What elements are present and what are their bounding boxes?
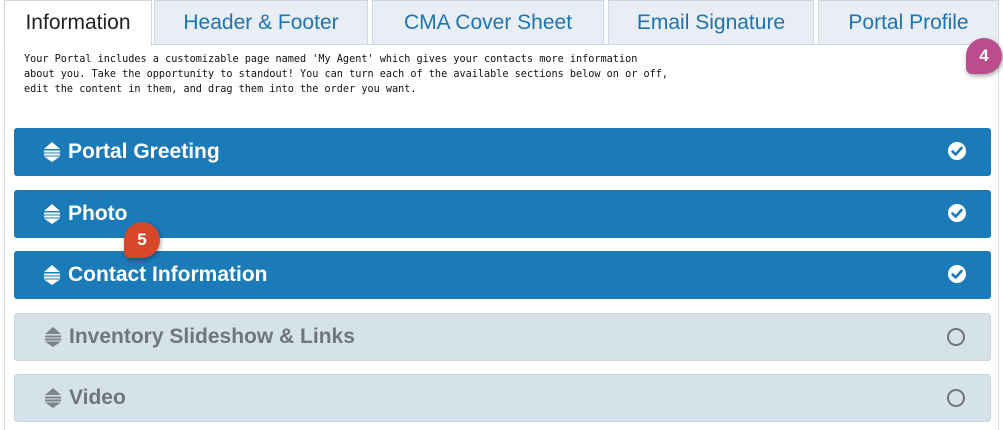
- drag-handle-icon[interactable]: [43, 387, 63, 409]
- tab-cma-cover-sheet[interactable]: CMA Cover Sheet: [372, 0, 604, 44]
- check-circle-icon[interactable]: [947, 141, 967, 161]
- drag-handle-icon[interactable]: [42, 141, 62, 163]
- intro-line: Your Portal includes a customizable page…: [24, 54, 638, 65]
- intro-line: about you. Take the opportunity to stand…: [24, 69, 669, 80]
- empty-circle-icon[interactable]: [946, 388, 966, 408]
- tab-header-footer[interactable]: Header & Footer: [154, 0, 368, 44]
- tab-portal-profile[interactable]: Portal Profile: [818, 0, 999, 44]
- callout-badge-5: 5: [124, 222, 160, 258]
- callout-badge-4: 4: [966, 38, 1002, 74]
- section-title: Portal Greeting: [68, 140, 220, 163]
- tab-email-signature[interactable]: Email Signature: [608, 0, 814, 44]
- tab-bar: Information Header & Footer CMA Cover Sh…: [4, 0, 999, 46]
- section-title: Contact Information: [68, 263, 268, 286]
- section-portal-greeting[interactable]: Portal Greeting: [14, 128, 991, 176]
- section-photo[interactable]: Photo: [14, 190, 991, 238]
- section-title: Inventory Slideshow & Links: [69, 325, 355, 348]
- section-title: Video: [69, 386, 126, 409]
- drag-handle-icon[interactable]: [42, 264, 62, 286]
- intro-line: edit the content in them, and drag them …: [24, 84, 417, 95]
- check-circle-icon[interactable]: [947, 203, 967, 223]
- section-video[interactable]: Video: [14, 374, 991, 422]
- empty-circle-icon[interactable]: [946, 327, 966, 347]
- section-title: Photo: [68, 202, 128, 225]
- drag-handle-icon[interactable]: [43, 326, 63, 348]
- drag-handle-icon[interactable]: [42, 203, 62, 225]
- tab-information[interactable]: Information: [4, 0, 152, 46]
- section-contact-information[interactable]: Contact Information: [14, 251, 991, 299]
- section-inventory-slideshow[interactable]: Inventory Slideshow & Links: [14, 313, 991, 361]
- check-circle-icon[interactable]: [947, 264, 967, 284]
- intro-text: Your Portal includes a customizable page…: [24, 52, 704, 97]
